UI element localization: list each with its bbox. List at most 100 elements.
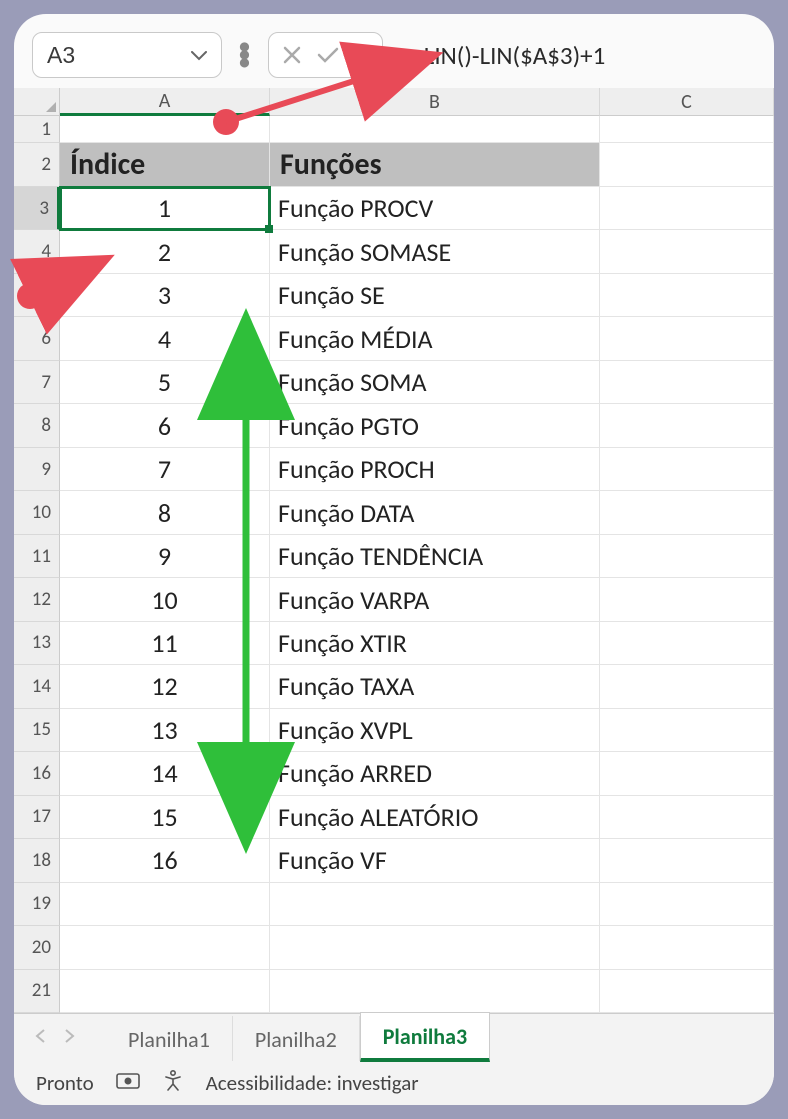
cell-C[interactable] <box>600 230 774 273</box>
row-header[interactable]: 6 <box>14 317 60 360</box>
row-header[interactable]: 9 <box>14 448 60 491</box>
cell-B[interactable]: Função SOMASE <box>270 230 600 273</box>
formula-input[interactable]: =LIN()-LIN($A$3)+1 <box>397 40 756 71</box>
name-box[interactable] <box>32 32 222 78</box>
cell-A[interactable]: 6 <box>60 404 270 447</box>
cell-B[interactable] <box>270 883 600 926</box>
row-header[interactable]: 13 <box>14 622 60 665</box>
cell-C[interactable] <box>600 187 774 230</box>
cell-C[interactable] <box>600 491 774 534</box>
cell-B[interactable]: Função SOMA <box>270 361 600 404</box>
row-header[interactable]: 14 <box>14 665 60 708</box>
cell-C[interactable] <box>600 883 774 926</box>
accessibility-icon[interactable] <box>162 1069 184 1097</box>
cell-C[interactable] <box>600 116 774 143</box>
cell-C[interactable] <box>600 622 774 665</box>
cell-B[interactable]: Função SE <box>270 274 600 317</box>
row-header[interactable]: 12 <box>14 578 60 621</box>
cell-A[interactable]: 4 <box>60 317 270 360</box>
cell-C[interactable] <box>600 796 774 839</box>
cell-B[interactable] <box>270 970 600 1013</box>
row-header[interactable]: 15 <box>14 709 60 752</box>
cell-A[interactable]: 2 <box>60 230 270 273</box>
name-box-input[interactable] <box>47 42 147 69</box>
confirm-icon[interactable] <box>317 46 339 64</box>
cell-B[interactable] <box>270 116 600 143</box>
chevron-down-icon[interactable] <box>185 43 213 67</box>
row-header[interactable]: 18 <box>14 839 60 882</box>
col-header-C[interactable]: C <box>600 88 774 116</box>
sheet-tab[interactable]: Planilha2 <box>233 1016 360 1061</box>
cell-A[interactable] <box>60 116 270 143</box>
cell-B[interactable]: Função ARRED <box>270 752 600 795</box>
col-header-B[interactable]: B <box>270 88 600 116</box>
cell-A[interactable] <box>60 926 270 969</box>
cell-B[interactable]: Função XVPL <box>270 709 600 752</box>
fx-icon[interactable]: fx <box>355 39 368 71</box>
cell-C[interactable] <box>600 535 774 578</box>
cell-A[interactable]: 3 <box>60 274 270 317</box>
cell-A[interactable]: 12 <box>60 665 270 708</box>
sheet-prev-icon[interactable] <box>34 1026 46 1050</box>
cell-C[interactable] <box>600 317 774 360</box>
cell-C[interactable] <box>600 361 774 404</box>
vertical-dots-icon[interactable]: ••• <box>236 41 254 69</box>
cell-A[interactable] <box>60 970 270 1013</box>
cell-A[interactable]: 5 <box>60 361 270 404</box>
cell-B[interactable]: Função DATA <box>270 491 600 534</box>
sheet-tab[interactable]: Planilha1 <box>106 1016 233 1061</box>
cell-A[interactable]: 13 <box>60 709 270 752</box>
cell-B[interactable]: Função VF <box>270 839 600 882</box>
cell-A[interactable]: 1 <box>60 187 270 230</box>
sheet-next-icon[interactable] <box>64 1026 76 1050</box>
col-header-A[interactable]: A <box>60 88 270 116</box>
cell-A[interactable]: 10 <box>60 578 270 621</box>
cell-A[interactable]: 7 <box>60 448 270 491</box>
row-header[interactable]: 8 <box>14 404 60 447</box>
cell-A[interactable]: 8 <box>60 491 270 534</box>
row-header[interactable]: 4 <box>14 230 60 273</box>
cell-A[interactable]: 15 <box>60 796 270 839</box>
cell-A[interactable]: 14 <box>60 752 270 795</box>
select-all-corner[interactable] <box>14 88 60 116</box>
cell-C[interactable] <box>600 274 774 317</box>
cell-C[interactable] <box>600 970 774 1013</box>
cell-B[interactable]: Função XTIR <box>270 622 600 665</box>
cell-B[interactable]: Função VARPA <box>270 578 600 621</box>
cell-A[interactable]: 16 <box>60 839 270 882</box>
row-header[interactable]: 20 <box>14 926 60 969</box>
row-header[interactable]: 2 <box>14 143 60 186</box>
row-header[interactable]: 5 <box>14 274 60 317</box>
cell-C[interactable] <box>600 578 774 621</box>
cell-C[interactable] <box>600 404 774 447</box>
cell-B[interactable]: Função TENDÊNCIA <box>270 535 600 578</box>
macro-record-icon[interactable] <box>116 1070 140 1097</box>
cell-B[interactable]: Função ALEATÓRIO <box>270 796 600 839</box>
cell-A[interactable] <box>60 883 270 926</box>
cell-C[interactable] <box>600 448 774 491</box>
row-header[interactable]: 3 <box>14 187 60 230</box>
row-header[interactable]: 17 <box>14 796 60 839</box>
cancel-icon[interactable] <box>283 46 301 64</box>
cell-B[interactable]: Função PGTO <box>270 404 600 447</box>
cell-C[interactable] <box>600 926 774 969</box>
row-header[interactable]: 19 <box>14 883 60 926</box>
cell-B[interactable] <box>270 926 600 969</box>
cell-A[interactable]: 11 <box>60 622 270 665</box>
row-header[interactable]: 7 <box>14 361 60 404</box>
cell-C[interactable] <box>600 752 774 795</box>
header-cell-funcoes[interactable]: Funções <box>270 143 600 186</box>
row-header[interactable]: 10 <box>14 491 60 534</box>
header-cell-indice[interactable]: Índice <box>60 143 270 186</box>
cell-C[interactable] <box>600 839 774 882</box>
row-header[interactable]: 16 <box>14 752 60 795</box>
cell-A[interactable]: 9 <box>60 535 270 578</box>
cell-B[interactable]: Função PROCV <box>270 187 600 230</box>
sheet-tab[interactable]: Planilha3 <box>360 1012 490 1062</box>
cell-B[interactable]: Função MÉDIA <box>270 317 600 360</box>
cell-C[interactable] <box>600 709 774 752</box>
row-header[interactable]: 21 <box>14 970 60 1013</box>
cell-C[interactable] <box>600 143 774 186</box>
row-header[interactable]: 11 <box>14 535 60 578</box>
row-header[interactable]: 1 <box>14 116 60 143</box>
